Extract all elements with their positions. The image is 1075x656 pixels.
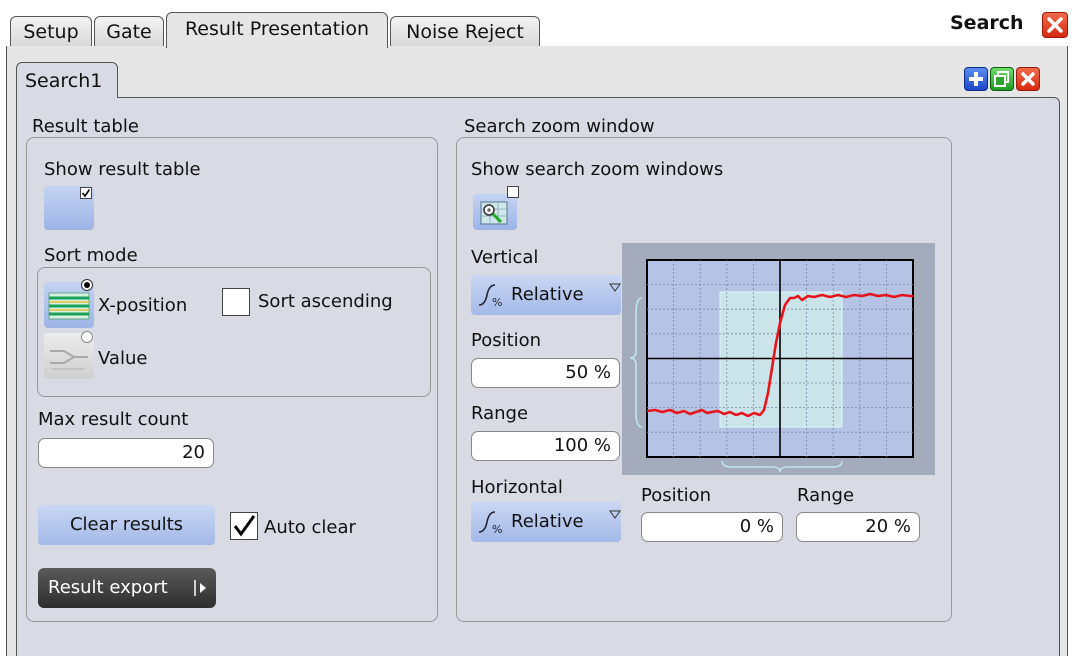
tab-setup[interactable]: Setup [10, 16, 92, 46]
horizontal-label: Horizontal [471, 477, 563, 498]
relative-scale-icon: % [475, 281, 507, 314]
horizontal-range-label: Range [797, 485, 855, 506]
sort-ascending-label: Sort ascending [258, 291, 393, 312]
vertical-position-label: Position [471, 330, 542, 351]
auto-clear-checkbox[interactable] [230, 512, 258, 540]
show-zoom-windows-checkbox[interactable] [507, 186, 519, 198]
svg-text:%: % [492, 523, 502, 536]
vertical-position-field[interactable]: 50 % [471, 358, 620, 388]
sort-value-radio[interactable] [81, 331, 93, 343]
plus-icon[interactable] [964, 67, 988, 91]
close-icon[interactable] [1042, 12, 1068, 38]
show-result-table-checkbox[interactable] [80, 187, 92, 199]
vertical-label: Vertical [471, 247, 539, 268]
max-result-count-label: Max result count [38, 409, 189, 430]
horizontal-range-bracket [721, 460, 843, 473]
copy-icon[interactable] [990, 67, 1014, 91]
sort-x-position-label: X-position [98, 295, 188, 316]
vertical-range-bracket [629, 297, 643, 428]
horizontal-position-field[interactable]: 0 % [641, 512, 783, 542]
tab-gate[interactable]: Gate [94, 16, 164, 46]
horizontal-range-field[interactable]: 20 % [796, 512, 920, 542]
dialog-title: Search [950, 12, 1024, 34]
auto-clear-label: Auto clear [264, 517, 356, 538]
zoom-preview [629, 259, 914, 473]
show-result-table-label: Show result table [44, 159, 201, 180]
sort-x-position-radio[interactable] [81, 279, 93, 291]
show-zoom-windows-label: Show search zoom windows [471, 159, 724, 180]
tab-result-presentation[interactable]: Result Presentation [166, 12, 388, 48]
subtab-search1[interactable]: Search1 [16, 62, 118, 98]
dropdown-triangle-icon [609, 504, 621, 525]
dropdown-triangle-icon [609, 277, 621, 298]
sort-ascending-checkbox[interactable] [222, 288, 250, 316]
sort-value-label: Value [98, 348, 148, 369]
vertical-range-label: Range [471, 403, 529, 424]
horizontal-position-label: Position [641, 485, 712, 506]
vertical-range-field[interactable]: 100 % [471, 431, 620, 461]
horizontal-mode-select[interactable]: % Relative [471, 502, 621, 542]
relative-scale-icon: % [475, 508, 507, 541]
result-export-label: Result export [48, 577, 168, 598]
result-export-button[interactable]: Result export [38, 568, 216, 608]
right-arrow-icon [193, 568, 209, 623]
sort-mode-group [37, 267, 431, 397]
result-table-group-title: Result table [32, 116, 139, 137]
sort-mode-label: Sort mode [44, 245, 138, 266]
horizontal-mode-value: Relative [511, 511, 584, 532]
show-zoom-windows-toggle[interactable] [473, 194, 517, 230]
max-result-count-field[interactable]: 20 [38, 438, 214, 468]
tab-noise-reject[interactable]: Noise Reject [390, 16, 540, 46]
clear-results-button[interactable]: Clear results [38, 505, 215, 545]
svg-text:%: % [492, 296, 502, 309]
zoom-window-group-title: Search zoom window [464, 116, 655, 137]
vertical-mode-value: Relative [511, 284, 584, 305]
vertical-mode-select[interactable]: % Relative [471, 275, 621, 315]
delete-icon[interactable] [1016, 67, 1040, 91]
